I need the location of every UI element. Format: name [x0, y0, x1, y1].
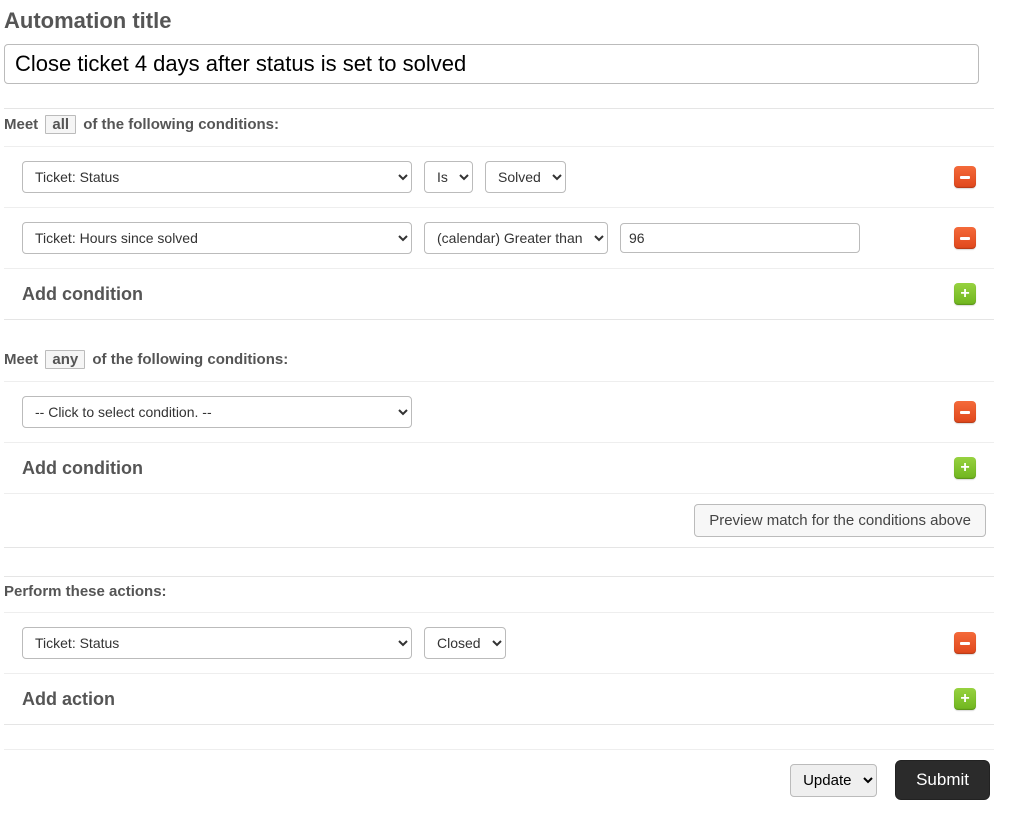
condition-row: Ticket: Status Is Solved [4, 146, 994, 207]
condition-field-select[interactable]: -- Click to select condition. -- [22, 396, 412, 428]
preview-match-button[interactable]: Preview match for the conditions above [694, 504, 986, 537]
form-footer: Update Submit [4, 749, 994, 810]
action-row: Ticket: Status Closed [4, 612, 994, 673]
conditions-all-prefix: Meet [4, 116, 38, 133]
action-field-select[interactable]: Ticket: Status [22, 627, 412, 659]
save-mode-select[interactable]: Update [790, 764, 877, 797]
action-value-select[interactable]: Closed [424, 627, 506, 659]
conditions-all-suffix: of the following conditions: [83, 116, 279, 133]
page-title: Automation title [4, 8, 1020, 34]
submit-button[interactable]: Submit [895, 760, 990, 800]
conditions-any-header: Meet any of the following conditions: [4, 344, 994, 381]
plus-icon[interactable]: + [954, 457, 976, 479]
plus-icon[interactable]: + [954, 688, 976, 710]
add-condition-row: Add condition + [4, 268, 994, 319]
condition-field-select[interactable]: Ticket: Status [22, 161, 412, 193]
condition-operator-select[interactable]: Is [424, 161, 473, 193]
minus-icon[interactable] [954, 632, 976, 654]
add-action-row: Add action + [4, 673, 994, 724]
condition-row: -- Click to select condition. -- [4, 381, 994, 442]
condition-value-select[interactable]: Solved [485, 161, 566, 193]
conditions-all-chip: all [45, 115, 76, 134]
minus-icon[interactable] [954, 401, 976, 423]
preview-row: Preview match for the conditions above [4, 493, 994, 547]
conditions-all-section: Meet all of the following conditions: Ti… [4, 108, 994, 320]
minus-icon[interactable] [954, 166, 976, 188]
add-action-label: Add action [22, 689, 942, 710]
condition-operator-select[interactable]: (calendar) Greater than [424, 222, 608, 254]
condition-field-select[interactable]: Ticket: Hours since solved [22, 222, 412, 254]
actions-section: Perform these actions: Ticket: Status Cl… [4, 576, 994, 725]
conditions-all-header: Meet all of the following conditions: [4, 109, 994, 146]
condition-row: Ticket: Hours since solved (calendar) Gr… [4, 207, 994, 268]
conditions-any-chip: any [45, 350, 85, 369]
minus-icon[interactable] [954, 227, 976, 249]
conditions-any-section: Meet any of the following conditions: --… [4, 344, 994, 548]
actions-header: Perform these actions: [4, 577, 994, 612]
conditions-any-prefix: Meet [4, 351, 38, 368]
add-condition-label: Add condition [22, 458, 942, 479]
conditions-any-suffix: of the following conditions: [92, 351, 288, 368]
add-condition-label: Add condition [22, 284, 942, 305]
plus-icon[interactable]: + [954, 283, 976, 305]
add-condition-row: Add condition + [4, 442, 994, 493]
condition-value-input[interactable] [620, 223, 860, 253]
automation-title-input[interactable] [4, 44, 979, 84]
